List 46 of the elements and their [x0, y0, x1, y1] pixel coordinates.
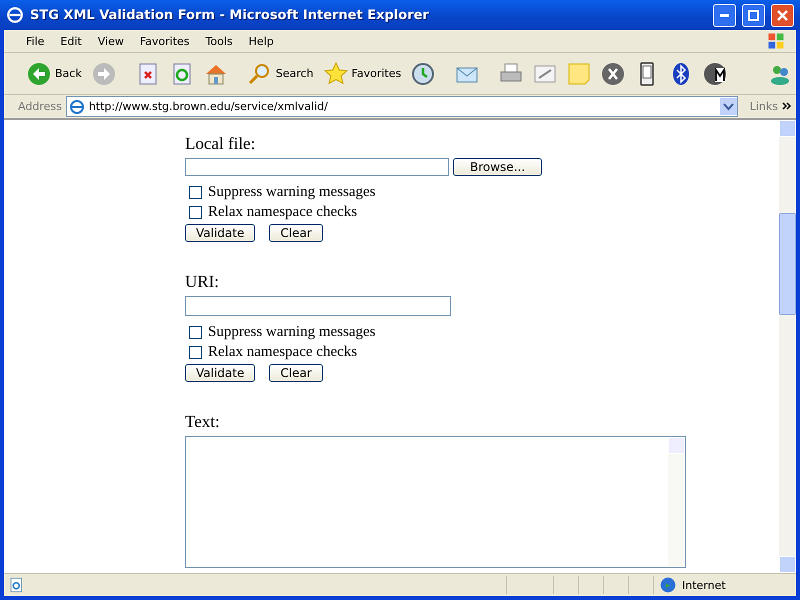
- menu-item[interactable]: Favorites: [132, 32, 198, 50]
- checkbox-label: Suppress warning messages: [208, 324, 376, 340]
- toolbar-button[interactable]: Favorites: [320, 62, 404, 86]
- section-heading: Local file:: [185, 134, 256, 154]
- checkbox-label: Relax namespace checks: [208, 204, 358, 220]
- checkbox-label: Suppress warning messages: [208, 184, 376, 200]
- minimize-button[interactable]: [713, 4, 736, 26]
- address-field[interactable]: http://www.stg.brown.edu/service/xmlvalid/: [66, 96, 738, 117]
- clear-button[interactable]: Clear: [269, 364, 323, 382]
- checkbox[interactable]: [189, 326, 202, 338]
- uri-field[interactable]: [185, 296, 451, 316]
- checkbox-label: Relax namespace checks: [208, 344, 358, 360]
- checkbox[interactable]: [189, 186, 202, 198]
- zone-label: Internet: [682, 578, 727, 592]
- toolbar-button[interactable]: Search: [244, 62, 317, 86]
- scrollbar[interactable]: [668, 437, 685, 567]
- windows-flag-icon: [766, 31, 786, 51]
- validate-button[interactable]: Validate: [185, 224, 256, 242]
- address-label: Address: [18, 100, 62, 113]
- checkbox[interactable]: [189, 346, 202, 358]
- browse-button[interactable]: Browse...: [453, 158, 542, 176]
- menu-item[interactable]: File: [18, 32, 52, 50]
- chevron-icon[interactable]: [782, 102, 792, 112]
- star-icon[interactable]: [324, 62, 348, 86]
- browser-e-icon: [6, 6, 24, 24]
- search-icon[interactable]: [248, 62, 272, 86]
- minimize-icon: [720, 14, 729, 16]
- maximize-icon: [748, 10, 759, 20]
- toolbar-button[interactable]: Back: [24, 62, 85, 86]
- checkbox[interactable]: [189, 206, 202, 218]
- links-button[interactable]: Links: [750, 100, 778, 113]
- globe-icon: [660, 577, 676, 593]
- menu-item[interactable]: Tools: [198, 32, 241, 50]
- file-path-field[interactable]: [185, 158, 449, 176]
- close-icon: [777, 10, 788, 20]
- section-heading: URI:: [185, 272, 220, 292]
- menu-item[interactable]: View: [90, 32, 132, 50]
- menu-item[interactable]: Help: [240, 32, 282, 50]
- clear-button[interactable]: Clear: [269, 224, 323, 242]
- maximize-button[interactable]: [742, 4, 765, 26]
- menu-item[interactable]: Edit: [52, 32, 90, 50]
- window-title: STG XML Validation Form - Microsoft Internet Explorer: [30, 8, 430, 22]
- scrollbar[interactable]: [779, 120, 796, 573]
- close-button[interactable]: [771, 4, 794, 26]
- section-heading: Text:: [185, 412, 221, 432]
- validate-button[interactable]: Validate: [185, 364, 256, 382]
